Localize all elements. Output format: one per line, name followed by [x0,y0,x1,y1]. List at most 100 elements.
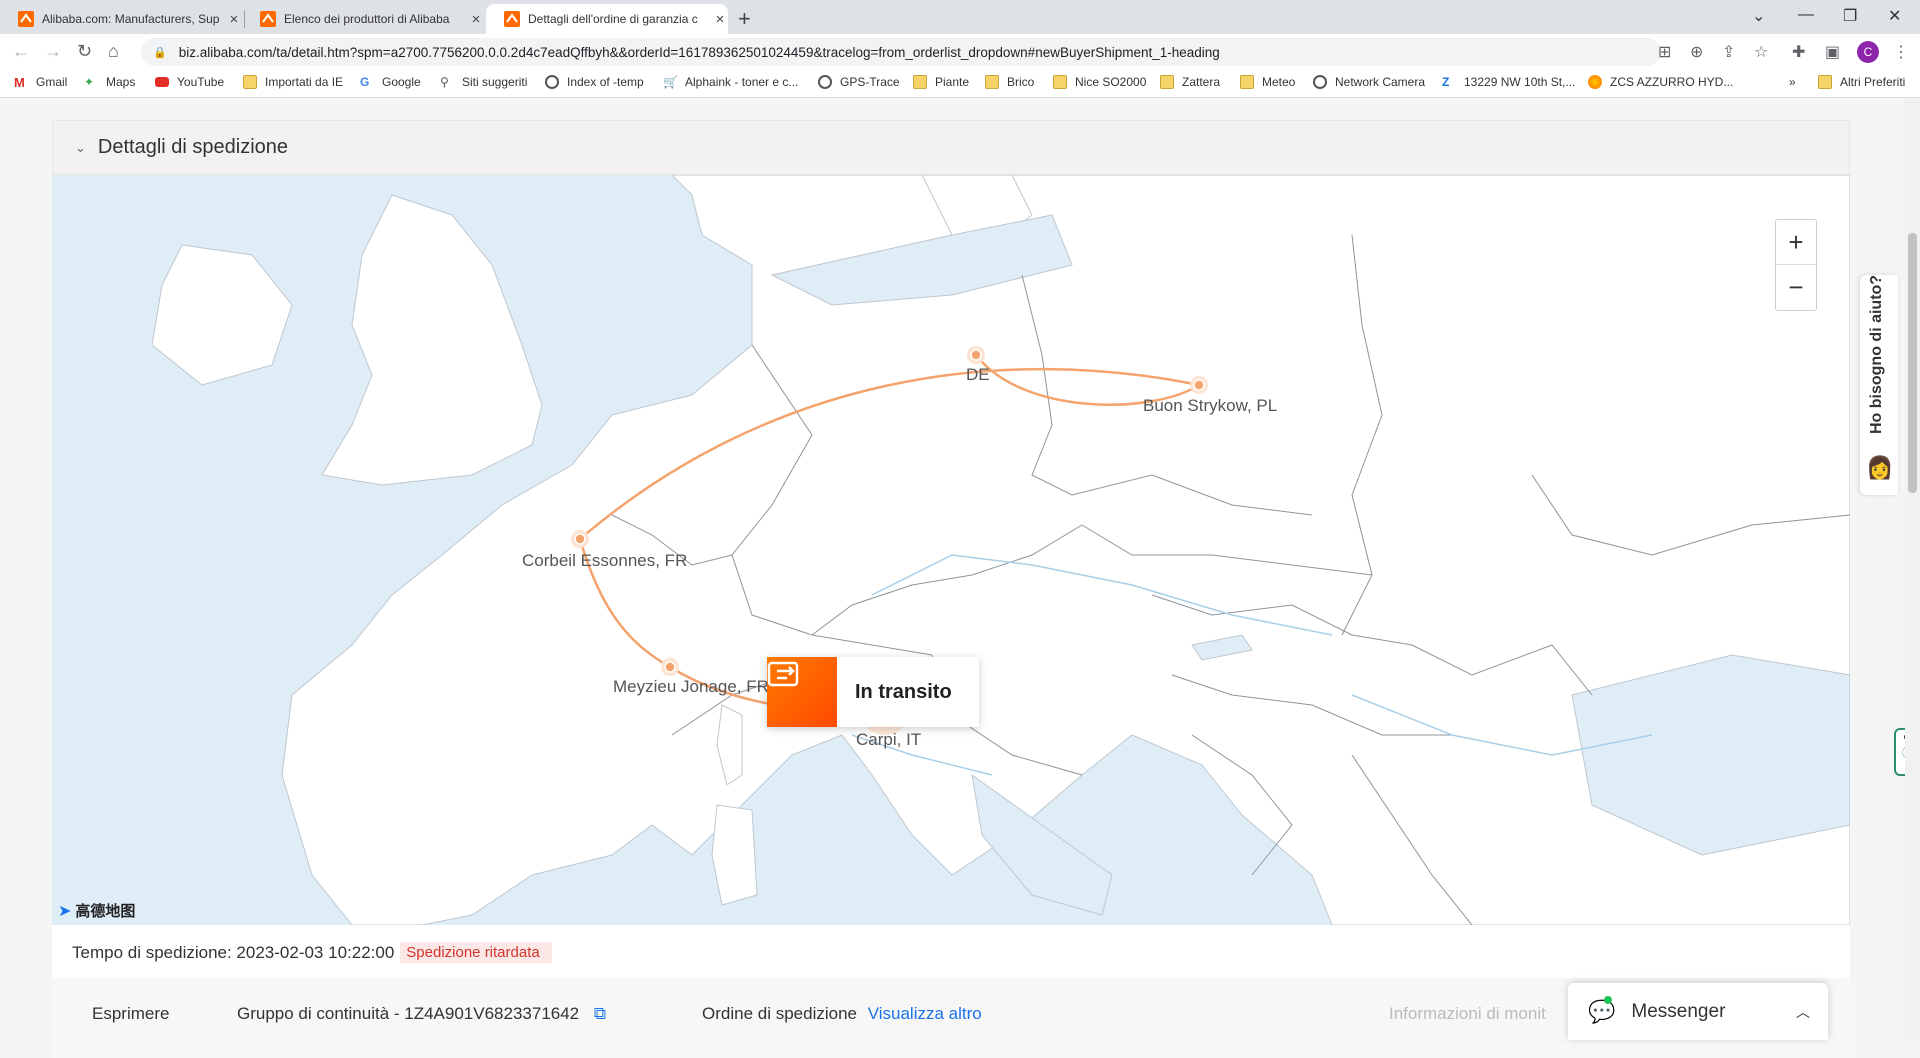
map-canvas [151,175,1850,925]
bookmark-youtube[interactable]: YouTube [155,75,224,89]
side-panel-icon[interactable]: ▣ [1825,42,1840,62]
maps-icon: ✦ [84,75,95,89]
bookmark-siti-suggeriti[interactable]: ⚲ Siti suggeriti [440,75,527,89]
close-tab-icon[interactable]: × [468,11,484,28]
bookmark-star-icon[interactable]: ☆ [1754,42,1768,62]
bookmark-meteo[interactable]: Meteo [1240,75,1295,89]
bookmark-label: Index of -temp [567,75,644,89]
page-scrollbar[interactable] [1905,98,1920,1040]
bookmark-alphaink[interactable]: 🛒 Alphaink - toner e c... [663,75,798,89]
bookmark-gmail[interactable]: M Gmail [14,75,67,90]
chevron-down-icon[interactable]: ⌄ [75,140,86,156]
minimize-button[interactable]: — [1798,6,1814,24]
location-label-corbeil: Corbeil Essonnes, FR [522,551,688,570]
bookmark-other-folder[interactable]: Altri Preferiti [1818,75,1905,89]
tab-order-details[interactable]: Dettagli dell'ordine di garanzia c × [486,4,728,34]
bookmark-label: ZCS AZZURRO HYD... [1610,75,1734,89]
map-arrow-icon: ➤ [58,902,72,920]
tab-title: Alibaba.com: Manufacturers, Sup [42,12,220,26]
lock-icon[interactable]: 🔒 [153,46,167,59]
marker-de-core [970,349,982,361]
back-button[interactable]: ← [12,41,30,62]
home-button[interactable]: ⌂ [108,41,119,62]
shipment-time: Tempo di spedizione: 2023-02-03 10:22:00 [72,942,395,962]
location-label-meyzieu: Meyzieu Jonage, FR [613,677,769,696]
menu-icon[interactable]: ⋮ [1893,42,1909,62]
messenger-label: Messenger [1631,1000,1726,1022]
scrollbar-thumb[interactable] [1908,233,1917,493]
bookmarks-bar: M Gmail ✦ Maps YouTube Importati da IE G Go… [0,70,1920,98]
folder-icon [913,75,927,89]
transit-status-popup: In transito [767,657,979,727]
shipment-section-header[interactable]: ⌄ Dettagli di spedizione [52,120,1850,175]
copy-icon[interactable]: ⧉ [594,1004,606,1023]
bookmark-address[interactable]: Z 13229 NW 10th St,... [1442,75,1575,89]
carrier-name: Esprimere [92,1004,170,1023]
bookmark-network-camera[interactable]: Network Camera [1313,75,1425,89]
tab-manufacturers-list[interactable]: Elenco dei produttori di Alibaba × [242,4,484,34]
landmass-ireland [151,244,293,386]
close-window-button[interactable]: ✕ [1888,6,1901,26]
bookmark-label: 13229 NW 10th St,... [1464,75,1576,89]
folder-icon [1160,75,1174,89]
bookmark-maps[interactable]: ✦ Maps [84,75,135,89]
bookmark-gps-trace[interactable]: GPS-Trace [818,75,900,89]
bookmark-importati[interactable]: Importati da IE [243,75,343,89]
bookmark-label: YouTube [177,75,225,89]
bookmark-index-temp[interactable]: Index of -temp [545,75,644,89]
more-bookmarks-button[interactable]: » [1789,75,1796,89]
page-content: ⌄ Dettagli di spedizione DE Buon Strykow… [0,98,1920,1058]
chat-icon: 💬 [1588,995,1615,1025]
map-provider-logo: ➤ 高德地图 [58,900,135,921]
marker-meyzieu-core [664,661,676,673]
tracking-number: Gruppo di continuità - 1Z4A901V682337164… [237,1004,580,1023]
view-more-link[interactable]: Visualizza altro [868,1004,982,1023]
section-title: Dettagli di spedizione [97,136,289,158]
reload-button[interactable]: ↻ [77,41,92,62]
chevron-up-icon[interactable]: ︿ [1796,1002,1810,1022]
close-tab-icon[interactable]: × [712,11,728,28]
translate-icon[interactable]: ⊞ [1658,42,1671,62]
zoom-icon[interactable]: ⊕ [1690,42,1703,62]
messenger-widget[interactable]: 💬 Messenger ︿ [1568,983,1828,1040]
tab-title: Elenco dei produttori di Alibaba [284,12,450,26]
close-tab-icon[interactable]: × [226,11,242,28]
url-text[interactable]: biz.alibaba.com/ta/detail.htm?spm=a2700.… [179,45,1639,60]
bookmark-label: Brico [1007,75,1035,89]
extensions-icon[interactable]: ✚ [1792,42,1805,62]
bookmark-nice[interactable]: Nice SO2000 [1053,75,1146,89]
shipment-map[interactable]: DE Buon Strykow, PL Corbeil Essonnes, FR… [52,175,1850,925]
location-label-de: DE [966,365,990,384]
bookmark-label: Zattera [1182,75,1221,89]
marker-pl-core [1193,379,1205,391]
tab-alibaba-home[interactable]: Alibaba.com: Manufacturers, Sup × [0,4,242,34]
tracking-cell: Gruppo di continuità - 1Z4A901V682337164… [237,1004,606,1024]
cart-icon: 🛒 [663,75,678,89]
bookmark-google[interactable]: G Google [360,75,421,89]
online-dot [1604,995,1612,1004]
bookmark-zattera[interactable]: Zattera [1160,75,1220,89]
new-tab-button[interactable]: + [738,6,751,32]
zoom-in-button[interactable]: + [1776,220,1816,264]
transit-status-text: In transito [855,680,952,703]
bookmark-zcs[interactable]: ZCS AZZURRO HYD... [1588,75,1733,89]
bookmark-piante[interactable]: Piante [913,75,969,89]
bookmark-label: Network Camera [1335,75,1426,89]
bookmark-label: Importati da IE [265,75,344,89]
help-tab[interactable]: Ho bisogno di aiuto? 👩 [1860,275,1898,495]
address-bar[interactable]: 🔒 biz.alibaba.com/ta/detail.htm?spm=a270… [141,38,1661,66]
monitoring-info-label: Informazioni di monit [1389,1004,1546,1023]
bookmark-label: Piante [935,75,970,89]
zoom-out-button[interactable]: − [1776,264,1816,309]
shipping-order-cell: Ordine di spedizione Visualizza altro [702,1004,982,1024]
profile-avatar[interactable]: C [1857,41,1879,63]
folder-icon [1818,75,1832,89]
forward-button[interactable]: → [44,41,62,62]
bookmark-label: Google [382,75,421,89]
landmass-sardinia [711,804,758,906]
share-icon[interactable]: ⇪ [1722,42,1735,62]
globe-icon [818,75,832,89]
tab-search-icon[interactable]: ⌄ [1752,6,1765,26]
bookmark-brico[interactable]: Brico [985,75,1034,89]
maximize-button[interactable]: ❐ [1843,6,1857,26]
